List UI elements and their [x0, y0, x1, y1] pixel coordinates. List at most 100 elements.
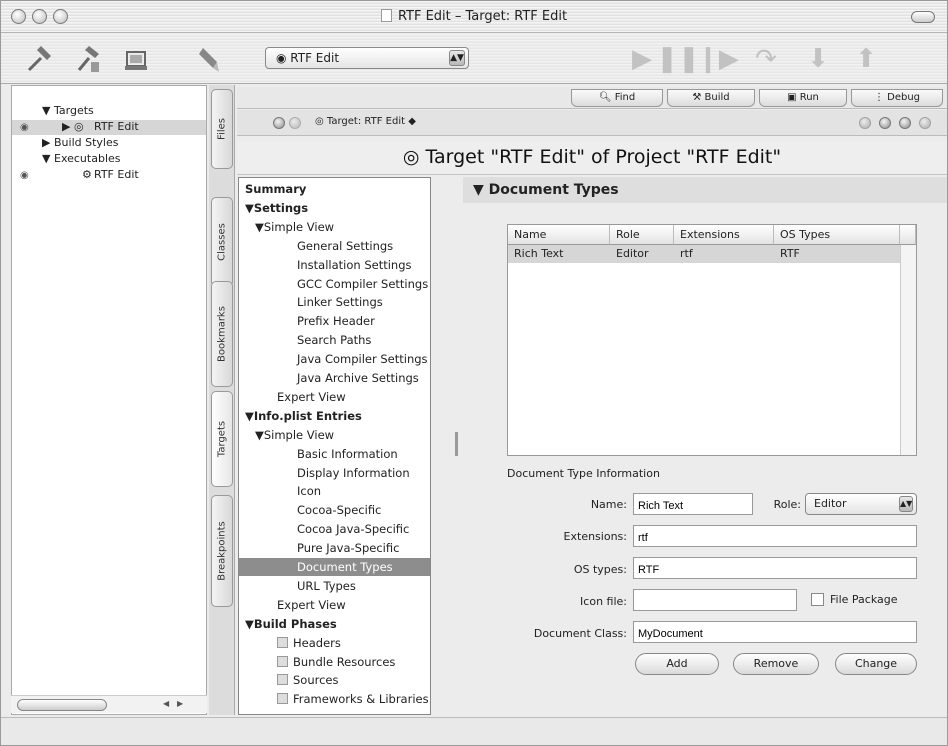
step-over-icon[interactable]: ↷: [749, 42, 783, 76]
role-select[interactable]: Editor ▲▼: [805, 493, 917, 515]
disclosure-triangle-icon[interactable]: ▶: [42, 136, 50, 149]
tab-bookmarks[interactable]: Bookmarks: [211, 281, 233, 387]
nav-close-button[interactable]: [919, 117, 931, 129]
active-radio-icon: ◉: [20, 170, 29, 181]
outline-item-pure-java-specific[interactable]: Pure Java-Specific: [239, 539, 430, 557]
tree-item-build-styles[interactable]: ▶ Build Styles: [12, 136, 206, 151]
app-window: RTF Edit – Target: RTF Edit ◉ RTF Edit ▲…: [0, 0, 948, 746]
nav-action-2-button[interactable]: [879, 117, 891, 129]
target-breadcrumb[interactable]: ◎ Target: RTF Edit ◆: [315, 116, 416, 127]
outline-item-general-settings[interactable]: General Settings: [239, 237, 430, 255]
step-icon[interactable]: ❙▶: [697, 42, 739, 76]
column-header-extensions[interactable]: Extensions: [674, 225, 774, 245]
pause-icon[interactable]: ❚❚: [656, 42, 700, 76]
outline-item-simple-view[interactable]: ▼Simple View: [239, 426, 430, 444]
tree-item-executables[interactable]: ▼ Executables: [12, 152, 206, 167]
outline-item-build-phases[interactable]: ▼Build Phases: [239, 615, 430, 633]
outline-item-cocoa-java-specific[interactable]: Cocoa Java-Specific: [239, 520, 430, 538]
extensions-field[interactable]: [633, 525, 917, 547]
outline-item-bundle-resources[interactable]: Bundle Resources: [239, 653, 430, 671]
scroll-right-arrow-icon[interactable]: ▶: [177, 699, 183, 708]
outline-item-label: Bundle Resources: [293, 654, 396, 669]
outline-item-linker-settings[interactable]: Linker Settings: [239, 293, 430, 311]
outline-item-frameworks-libraries[interactable]: Frameworks & Libraries: [239, 690, 430, 708]
outline-item-cocoa-specific[interactable]: Cocoa-Specific: [239, 501, 430, 519]
document-types-table: Name Role Extensions OS Types Rich Text …: [507, 224, 917, 456]
step-out-icon[interactable]: ⬆: [849, 42, 883, 76]
outline-item-sources[interactable]: Sources: [239, 671, 430, 689]
change-button[interactable]: Change: [835, 653, 917, 675]
disclosure-triangle-icon[interactable]: ▼: [473, 182, 489, 198]
outline-item-info-plist-entries[interactable]: ▼Info.plist Entries: [239, 407, 430, 425]
disclosure-triangle-icon[interactable]: ▼: [42, 104, 50, 117]
tab-breakpoints[interactable]: Breakpoints: [211, 495, 233, 607]
forward-button[interactable]: [289, 117, 301, 129]
tab-files[interactable]: Files: [211, 89, 233, 169]
document-proxy-icon[interactable]: [380, 9, 392, 22]
outline-item-java-archive-settings[interactable]: Java Archive Settings: [239, 369, 430, 387]
document-class-field[interactable]: [633, 621, 917, 643]
active-target-popup[interactable]: ◉ RTF Edit ▲▼: [265, 47, 469, 69]
build-phase-icon: [277, 636, 288, 648]
split-view-handle[interactable]: [455, 432, 458, 456]
inspector-brush-icon[interactable]: [193, 42, 227, 76]
step-into-icon[interactable]: ⬇: [801, 42, 835, 76]
outline-item-basic-information[interactable]: Basic Information: [239, 445, 430, 463]
outline-item-expert-view[interactable]: Expert View: [239, 388, 430, 406]
tab-targets[interactable]: Targets: [211, 391, 233, 487]
build-button[interactable]: ⚒ Build: [667, 89, 755, 107]
tab-classes[interactable]: Classes: [211, 197, 233, 287]
hammer-icon[interactable]: [23, 42, 57, 76]
run-button[interactable]: ▣ Run: [759, 89, 847, 107]
column-header-os-types[interactable]: OS Types: [774, 225, 900, 245]
table-vertical-scrollbar[interactable]: [900, 245, 916, 455]
document-types-header[interactable]: ▼ Document Types: [463, 177, 947, 203]
tree-item-rtf-edit-target[interactable]: ◉ ▶ ◎ RTF Edit: [12, 120, 206, 135]
table-cell-name[interactable]: Rich Text: [508, 245, 610, 263]
find-button[interactable]: 🔍︎ Find: [571, 89, 663, 107]
debug-button[interactable]: ⋮ Debug: [851, 89, 943, 107]
scroll-left-arrow-icon[interactable]: ◀: [163, 699, 169, 708]
outline-item-icon[interactable]: Icon: [239, 482, 430, 500]
outline-item-installation-settings[interactable]: Installation Settings: [239, 256, 430, 274]
popup-arrows-icon: ▲▼: [449, 50, 465, 66]
outline-item-url-types[interactable]: URL Types: [239, 577, 430, 595]
disclosure-triangle-icon[interactable]: ▼: [42, 152, 50, 165]
build-run-icon[interactable]: [119, 42, 153, 76]
os-types-field[interactable]: [633, 557, 917, 579]
table-cell-extensions[interactable]: rtf: [674, 245, 774, 263]
debug-icon: ⋮: [873, 92, 888, 103]
icon-file-field[interactable]: [633, 589, 797, 611]
toolbar-toggle-button[interactable]: [911, 11, 935, 23]
outline-item-label: ▼Info.plist Entries: [245, 408, 362, 423]
outline-item-simple-view[interactable]: ▼Simple View: [239, 218, 430, 236]
nav-action-3-button[interactable]: [899, 117, 911, 129]
nav-action-1-button[interactable]: [859, 117, 871, 129]
table-cell-role[interactable]: Editor: [610, 245, 674, 263]
outline-item-java-compiler-settings[interactable]: Java Compiler Settings: [239, 350, 430, 368]
table-cell-os-types[interactable]: RTF: [774, 245, 894, 263]
add-button[interactable]: Add: [635, 653, 719, 675]
remove-button[interactable]: Remove: [733, 653, 819, 675]
page-title: ◎ Target "RTF Edit" of Project "RTF Edit…: [237, 141, 947, 175]
scroll-thumb[interactable]: [17, 699, 107, 711]
file-package-checkbox[interactable]: [811, 593, 824, 606]
outline-item-display-information[interactable]: Display Information: [239, 464, 430, 482]
outline-item-summary[interactable]: Summary: [239, 180, 430, 198]
tree-item-rtf-edit-executable[interactable]: ◉ ⚙ RTF Edit: [12, 168, 206, 183]
outline-item-headers[interactable]: Headers: [239, 634, 430, 652]
outline-item-settings[interactable]: ▼Settings: [239, 199, 430, 217]
column-header-role[interactable]: Role: [610, 225, 674, 245]
outline-item-prefix-header[interactable]: Prefix Header: [239, 312, 430, 330]
outline-item-document-types[interactable]: Document Types: [239, 558, 430, 576]
back-button[interactable]: [273, 117, 285, 129]
hammer-small-icon: ⚒: [692, 92, 705, 103]
tree-item-targets[interactable]: ▼ Targets: [12, 104, 206, 119]
build-clean-icon[interactable]: [71, 42, 105, 76]
play-icon[interactable]: ▶: [625, 42, 659, 76]
outline-item-search-paths[interactable]: Search Paths: [239, 331, 430, 349]
column-header-name[interactable]: Name: [508, 225, 610, 245]
groups-horizontal-scrollbar[interactable]: ◀ ▶: [11, 695, 207, 713]
outline-item-expert-view[interactable]: Expert View: [239, 596, 430, 614]
outline-item-gcc-compiler-settings[interactable]: GCC Compiler Settings: [239, 275, 430, 293]
